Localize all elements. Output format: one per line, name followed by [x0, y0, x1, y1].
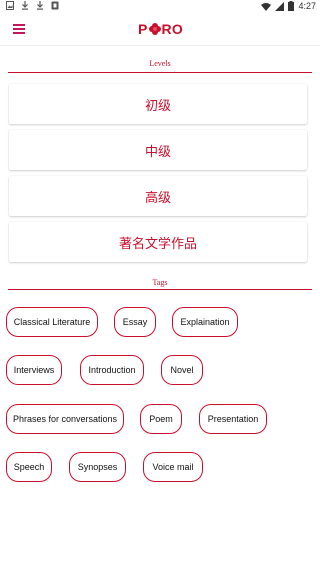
status-left-icons	[6, 1, 59, 10]
level-card-famous-literature[interactable]: 著名文学作品	[9, 222, 307, 262]
tag-phrases-for-conversations[interactable]: Phrases for conversations	[6, 404, 124, 434]
hamburger-menu-icon[interactable]	[13, 24, 25, 34]
gallery-icon	[6, 1, 14, 10]
level-label: 中级	[144, 144, 171, 160]
level-label: 著名文学作品	[118, 236, 197, 252]
app-bar: P RO	[0, 12, 320, 46]
tag-introduction[interactable]: Introduction	[80, 355, 144, 385]
tag-classical-literature[interactable]: Classical Literature	[6, 307, 98, 337]
app-icon	[51, 1, 59, 10]
logo-text-right: RO	[161, 21, 183, 37]
status-bar: 4:27	[0, 0, 320, 12]
level-label: 初级	[144, 98, 171, 114]
download-icon	[37, 1, 43, 10]
status-time: 4:27	[298, 1, 316, 11]
level-card-intermediate[interactable]: 中级	[9, 130, 307, 170]
tag-voice-mail[interactable]: Voice mail	[143, 452, 203, 482]
level-label: 高级	[144, 190, 171, 206]
app-logo: P RO	[138, 19, 183, 39]
logo-flower-icon	[148, 23, 161, 35]
tag-speech[interactable]: Speech	[6, 452, 52, 482]
tag-explaination[interactable]: Explaination	[172, 307, 238, 337]
wifi-icon	[261, 2, 272, 11]
status-right-icons: 4:27	[261, 0, 316, 12]
level-card-beginner[interactable]: 初级	[9, 84, 307, 124]
levels-section-title: Levels	[149, 59, 171, 68]
signal-icon	[275, 1, 285, 11]
download-icon	[22, 1, 28, 10]
tags-divider	[8, 289, 312, 290]
tags-section-title: Tags	[152, 278, 168, 287]
levels-divider	[8, 72, 312, 73]
tag-presentation[interactable]: Presentation	[199, 404, 267, 434]
tag-novel[interactable]: Novel	[161, 355, 203, 385]
level-card-advanced[interactable]: 高级	[9, 176, 307, 216]
battery-icon	[288, 1, 295, 11]
tag-essay[interactable]: Essay	[114, 307, 156, 337]
tag-interviews[interactable]: Interviews	[6, 355, 62, 385]
logo-text-left: P	[138, 21, 148, 37]
tag-synopses[interactable]: Synopses	[69, 452, 126, 482]
tag-poem[interactable]: Poem	[140, 404, 182, 434]
